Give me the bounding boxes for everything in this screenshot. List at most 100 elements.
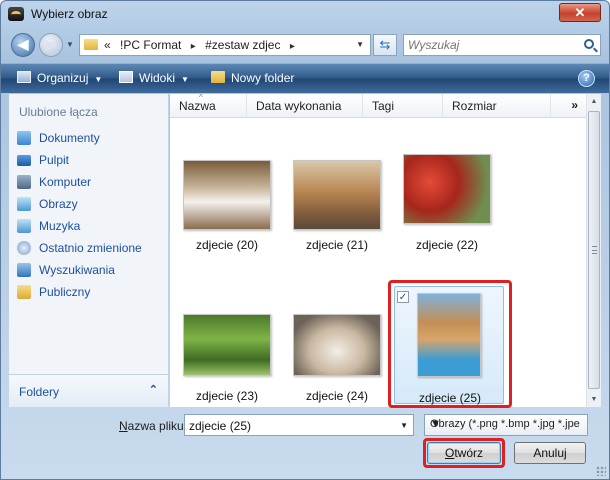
image-thumbnail [293, 160, 381, 230]
chevron-down-icon: ▼ [94, 75, 103, 84]
filename-input[interactable] [189, 418, 389, 434]
app-icon [8, 7, 24, 21]
open-image-dialog: Wybierz obraz ✕ ◀ ▶ ▼ « !PC Format ▸ #ze… [0, 0, 610, 480]
file-name: zdjecie (21) [305, 238, 369, 252]
nav-item-public[interactable]: Publiczny [9, 282, 167, 304]
favorite-links-heading: Ulubione łącza [19, 105, 98, 119]
new-folder-icon [211, 71, 225, 83]
title-bar: Wybierz obraz ✕ [1, 1, 609, 27]
breadcrumb-separator-icon[interactable]: ▸ [191, 41, 196, 52]
navigation-pane: Ulubione łącza Dokumenty Pulpit Komputer… [9, 94, 169, 407]
nav-item-label: Obrazy [39, 197, 78, 211]
column-label: Nazwa [179, 99, 216, 113]
more-columns-icon[interactable]: » [571, 98, 578, 112]
forward-button[interactable]: ▶ [39, 33, 63, 57]
nav-item-label: Komputer [39, 175, 92, 189]
refresh-button[interactable]: ⇆ [373, 34, 397, 56]
file-tile-20[interactable]: zdjecie (20) [176, 154, 278, 272]
music-icon [17, 219, 31, 233]
filename-label-text: azwa pliku: [127, 419, 188, 433]
file-tile-22[interactable]: zdjecie (22) [396, 154, 498, 272]
selection-highlight-frame [388, 280, 512, 408]
file-tile-23[interactable]: zdjecie (23) [176, 308, 278, 426]
column-name[interactable]: ^ Nazwa [170, 93, 247, 118]
chevron-down-icon: ▼ [181, 75, 189, 84]
close-button[interactable]: ✕ [559, 3, 601, 22]
nav-item-documents[interactable]: Dokumenty [9, 128, 167, 150]
documents-icon [17, 131, 31, 145]
chevron-down-icon[interactable]: ▼ [400, 421, 408, 430]
file-tile-24[interactable]: zdjecie (24) [286, 308, 388, 426]
views-label: Widoki [139, 71, 176, 85]
resize-grip-icon[interactable] [596, 466, 606, 476]
sort-ascending-icon: ^ [199, 93, 203, 102]
breadcrumb-item-zestaw-zdjec[interactable]: #zestaw zdjec [205, 38, 280, 52]
pictures-icon [17, 197, 31, 211]
help-button[interactable]: ? [578, 70, 595, 87]
searches-icon [17, 263, 31, 277]
search-icon[interactable] [584, 39, 594, 49]
accelerator-key: N [119, 419, 128, 433]
search-input[interactable] [408, 37, 578, 53]
scrollbar-thumb[interactable] [588, 111, 600, 389]
back-button[interactable]: ◀ [11, 33, 35, 57]
nav-item-label: Pulpit [39, 153, 70, 167]
file-tile-21[interactable]: zdjecie (21) [286, 154, 388, 272]
nav-item-recent[interactable]: Ostatnio zmienione [9, 238, 167, 260]
scroll-down-icon[interactable]: ▼ [587, 392, 601, 407]
toolbar: Organizuj ▼ Widoki ▼ Nowy folder ? [1, 63, 609, 93]
file-name: zdjecie (22) [415, 238, 479, 252]
recent-icon [17, 241, 31, 255]
filename-combobox[interactable]: ▼ [184, 414, 414, 436]
nav-item-label: Publiczny [39, 285, 91, 299]
back-arrow-icon: ◀ [17, 36, 29, 52]
breadcrumb-overflow[interactable]: « [104, 38, 111, 52]
open-button[interactable]: Otwórz [427, 442, 501, 464]
file-name: zdjecie (24) [305, 389, 369, 403]
nav-item-pictures[interactable]: Obrazy [9, 194, 167, 216]
folder-icon [84, 39, 98, 50]
organize-label: Organizuj [37, 71, 89, 85]
recent-pages-dropdown-icon[interactable]: ▼ [66, 40, 74, 49]
image-thumbnail [403, 154, 491, 224]
address-bar[interactable]: « !PC Format ▸ #zestaw zdjec ▸ ▼ [79, 34, 371, 56]
new-folder-button[interactable]: Nowy folder [211, 71, 294, 85]
column-size[interactable]: Rozmiar [443, 94, 551, 118]
image-thumbnail [183, 160, 271, 230]
column-label: Rozmiar [452, 99, 497, 113]
file-type-select[interactable]: Obrazy (*.png *.bmp *.jpg *.jpe ▼ [424, 414, 588, 436]
open-label: twórz [454, 446, 483, 460]
breadcrumb-item-pc-format[interactable]: !PC Format [120, 38, 181, 52]
file-name: zdjecie (20) [195, 238, 259, 252]
address-dropdown-icon[interactable]: ▼ [356, 40, 364, 49]
desktop-icon [17, 155, 31, 166]
column-label: Tagi [372, 99, 395, 113]
nav-item-label: Ostatnio zmienione [39, 241, 142, 255]
views-menu[interactable]: Widoki ▼ [119, 71, 189, 85]
file-list-pane: ^ Nazwa Data wykonania Tagi Rozmiar » zd… [170, 93, 601, 408]
nav-item-music[interactable]: Muzyka [9, 216, 167, 238]
computer-icon [17, 175, 31, 189]
column-date-taken[interactable]: Data wykonania [247, 94, 363, 118]
nav-item-computer[interactable]: Komputer [9, 172, 167, 194]
views-icon [119, 71, 133, 83]
image-thumbnail [183, 314, 271, 376]
cancel-button[interactable]: Anuluj [514, 442, 586, 464]
chevron-down-icon[interactable]: ▼ [430, 418, 583, 430]
grip-icon [592, 246, 597, 254]
vertical-scrollbar[interactable]: ▲ ▼ [586, 94, 601, 407]
search-box[interactable] [403, 34, 601, 56]
folders-toggle-bar[interactable]: Foldery ⌃ [9, 374, 168, 407]
folders-label: Foldery [19, 385, 60, 399]
chevron-up-icon[interactable]: ⌃ [149, 383, 158, 396]
scroll-up-icon[interactable]: ▲ [587, 94, 601, 109]
refresh-icon: ⇆ [379, 37, 391, 52]
nav-item-label: Wyszukiwania [39, 263, 115, 277]
organize-menu[interactable]: Organizuj ▼ [17, 71, 102, 85]
nav-item-searches[interactable]: Wyszukiwania [9, 260, 167, 282]
image-thumbnail [293, 314, 381, 376]
column-headers: ^ Nazwa Data wykonania Tagi Rozmiar » [170, 93, 586, 118]
nav-item-desktop[interactable]: Pulpit [9, 150, 167, 172]
breadcrumb-separator-icon[interactable]: ▸ [290, 41, 295, 52]
column-tags[interactable]: Tagi [363, 94, 443, 118]
